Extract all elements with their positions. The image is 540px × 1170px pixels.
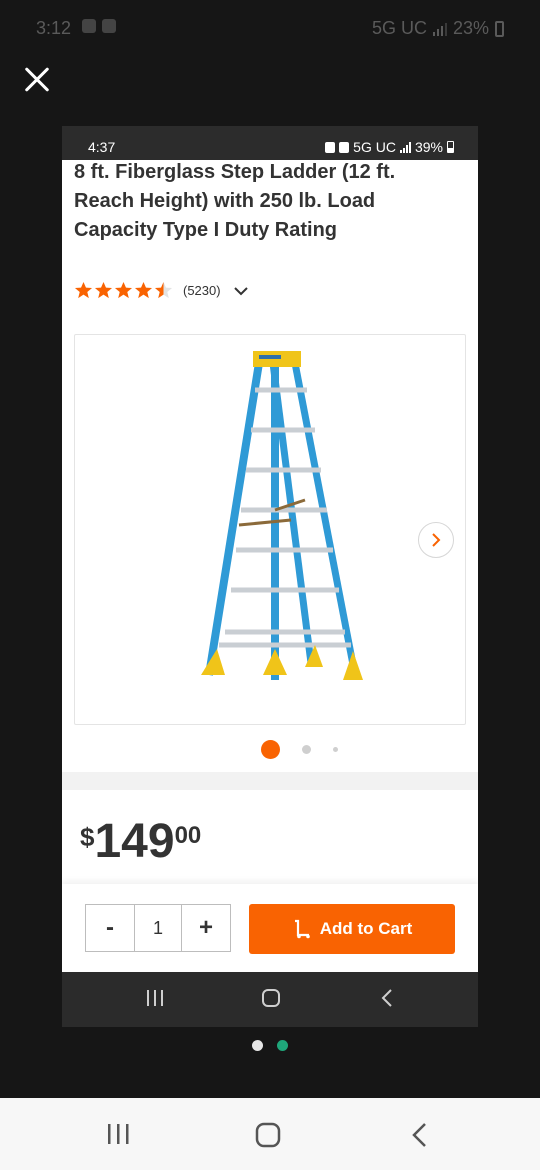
- section-divider: [62, 772, 478, 790]
- outer-network-label: 5G UC: [371, 18, 427, 38]
- chevron-right-icon: [432, 533, 441, 547]
- outer-notification-icons: [82, 19, 116, 33]
- inner-status-right: 5G UC 39%: [325, 139, 454, 155]
- page-dot[interactable]: [252, 1040, 263, 1051]
- quantity-field[interactable]: 1: [134, 905, 182, 951]
- add-to-cart-button[interactable]: Add to Cart: [249, 904, 455, 954]
- next-image-button[interactable]: [418, 522, 454, 558]
- inner-signal-icon: [399, 141, 411, 153]
- gallery-icon: [102, 19, 116, 33]
- home-icon[interactable]: [261, 988, 281, 1008]
- outer-status-bar: 3:12 5G UC 23%: [0, 0, 540, 56]
- inner-navigation-bar: [62, 972, 478, 1027]
- quantity-stepper: - 1 +: [85, 904, 231, 952]
- star-icon: [114, 281, 133, 299]
- inner-network-label: 5G UC: [353, 139, 396, 155]
- price-dollars: 149: [94, 815, 175, 868]
- outer-recents-icon[interactable]: [106, 1122, 130, 1146]
- outer-battery-label: 23%: [452, 18, 489, 38]
- star-icon: [94, 281, 113, 299]
- back-icon[interactable]: [380, 988, 394, 1008]
- signal-icon: [432, 22, 447, 36]
- increase-quantity-button[interactable]: +: [182, 905, 230, 951]
- chevron-down-icon[interactable]: [233, 283, 249, 299]
- product-screenshot: 4:37 5G UC 39% 8 ft. Fiberglass Step Lad…: [62, 126, 478, 1027]
- price-cents: 00: [174, 822, 202, 849]
- alarm-icon: [339, 141, 350, 153]
- star-icon: [154, 281, 173, 299]
- recents-icon[interactable]: [146, 988, 164, 1008]
- close-icon[interactable]: [18, 60, 58, 100]
- page-dot-active[interactable]: [277, 1040, 288, 1051]
- review-count[interactable]: (5230): [183, 283, 221, 298]
- decrease-quantity-button[interactable]: -: [86, 905, 134, 951]
- inner-status-bar: 4:37 5G UC 39%: [62, 126, 478, 160]
- outer-home-icon[interactable]: [255, 1122, 281, 1148]
- cart-bar: - 1 + Add to Cart: [62, 884, 478, 972]
- inner-battery-label: 39%: [414, 139, 443, 155]
- outer-status-time: 3:12: [36, 18, 72, 38]
- inner-status-time: 4:37: [88, 139, 116, 155]
- product-image-container[interactable]: [74, 334, 466, 725]
- dolly-icon: [294, 919, 310, 939]
- ladder-image: [201, 351, 363, 680]
- carousel-indicator: [261, 740, 338, 759]
- carousel-dot[interactable]: [302, 745, 311, 754]
- outer-status-right: 5G UC 23%: [372, 18, 504, 39]
- add-to-cart-label: Add to Cart: [319, 919, 413, 938]
- star-icon: [134, 281, 153, 299]
- carousel-dot-active[interactable]: [261, 740, 280, 759]
- message-icon: [82, 19, 96, 33]
- product-rating: (5230): [74, 281, 249, 300]
- price-currency: $: [80, 822, 95, 852]
- product-title: 8 ft. Fiberglass Step Ladder (12 ft. Rea…: [74, 161, 396, 241]
- inner-battery-icon: [447, 141, 454, 153]
- gallery-page-indicator: [252, 1040, 288, 1051]
- carousel-dot[interactable]: [333, 747, 338, 752]
- outer-back-icon[interactable]: [410, 1122, 428, 1148]
- product-price: $ 149 00: [80, 816, 201, 868]
- rating-stars: [74, 281, 173, 300]
- outer-navigation-bar: [0, 1098, 540, 1170]
- lock-icon: [325, 141, 336, 153]
- battery-icon: [495, 20, 504, 37]
- star-icon: [74, 281, 93, 299]
